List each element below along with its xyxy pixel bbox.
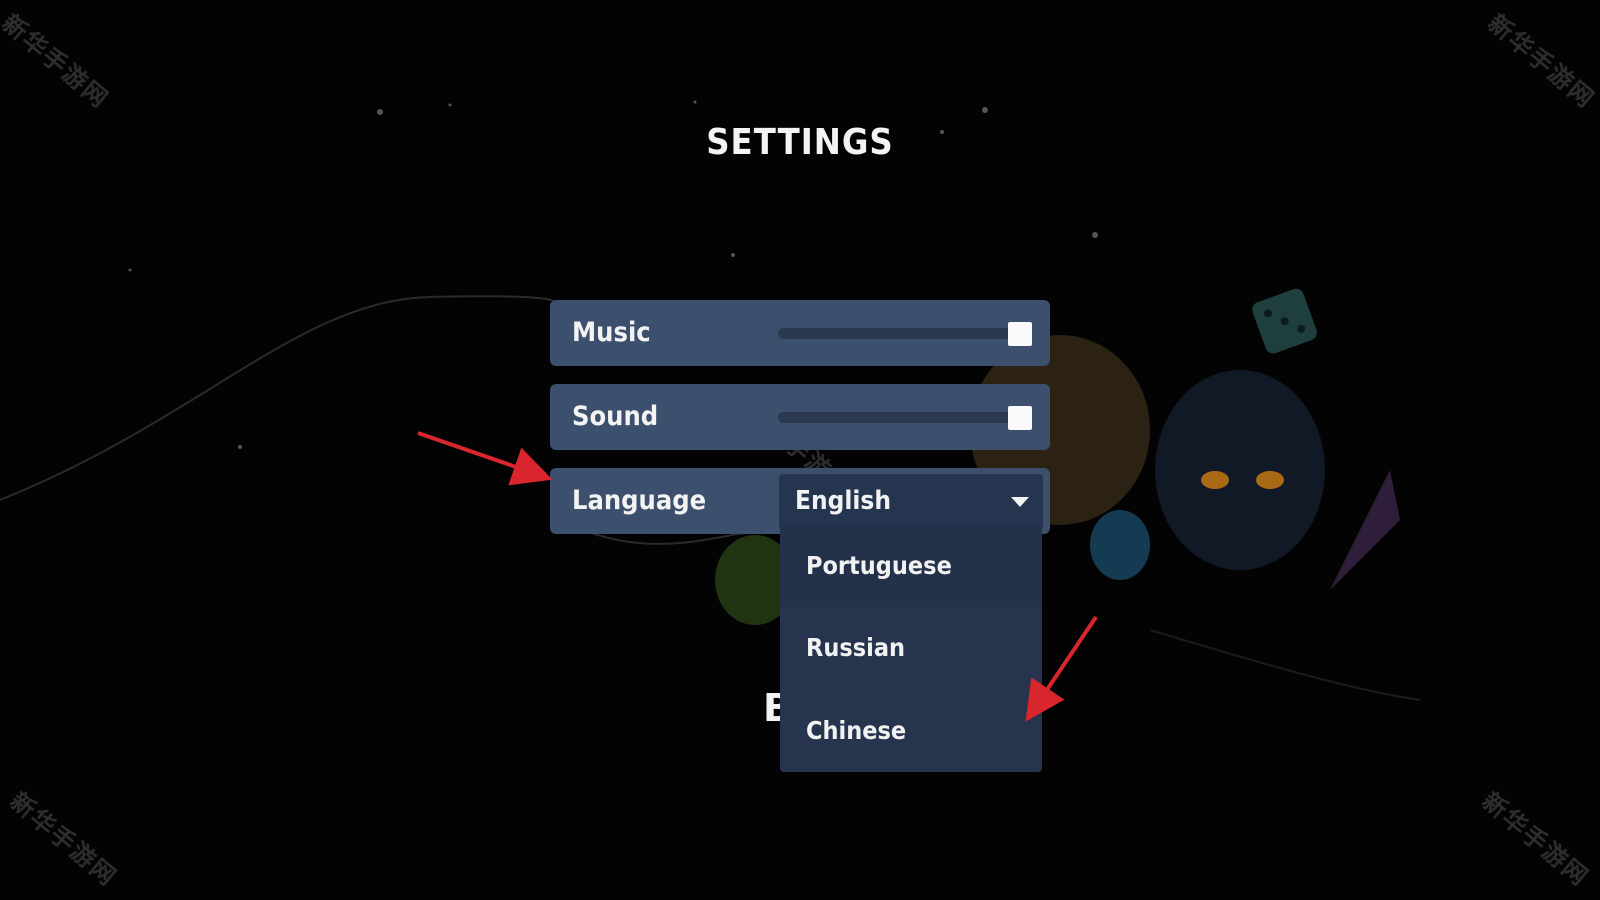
sound-label: Sound (572, 401, 659, 432)
music-setting-row: Music (550, 300, 1050, 366)
sound-slider-handle[interactable] (1008, 406, 1032, 430)
language-option-russian[interactable]: Russian (780, 607, 1042, 689)
language-dropdown-value: English (795, 486, 891, 516)
language-dropdown-list: Portuguese Russian Chinese (Simplified) (780, 525, 1042, 772)
language-option-portuguese[interactable]: Portuguese (780, 525, 1042, 607)
music-slider-track[interactable] (778, 328, 1018, 339)
chevron-down-icon (1011, 497, 1029, 507)
language-label: Language (572, 485, 707, 516)
sound-setting-row: Sound (550, 384, 1050, 450)
page-title: SETTINGS (706, 122, 894, 163)
sound-slider-track[interactable] (778, 412, 1018, 423)
language-dropdown[interactable]: English (779, 474, 1043, 528)
music-slider-handle[interactable] (1008, 322, 1032, 346)
dice-icon (1252, 288, 1317, 354)
music-label: Music (572, 317, 651, 348)
language-option-chinese-simplified[interactable]: Chinese (Simplified) (780, 690, 1042, 772)
